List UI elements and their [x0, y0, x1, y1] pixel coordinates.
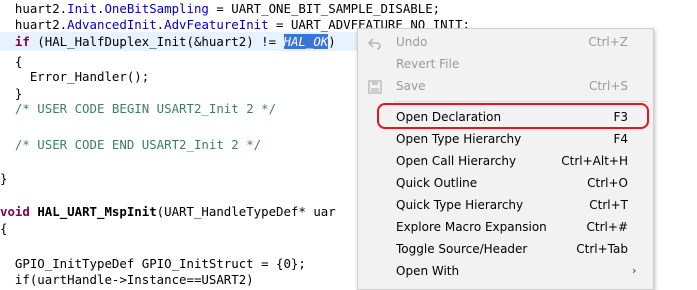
editor-right-margin: [652, 28, 697, 279]
code-function: HAL_HalfDuplex_Init: [44, 34, 187, 49]
code-keyword: void: [0, 204, 30, 219]
save-icon: [368, 79, 382, 94]
code-token: huart2.: [14, 17, 68, 32]
menu-item-label: Toggle Source/Header: [396, 242, 528, 256]
menu-item-label: Save: [396, 79, 426, 93]
code-line-3: if (HAL_HalfDuplex_Init(&huart2) != HAL_…: [0, 32, 336, 52]
menu-item-shortcut: Ctrl+Tab: [576, 242, 628, 256]
menu-item-shortcut: Ctrl+O: [587, 176, 628, 190]
menu-item-explore-macro-expansion[interactable]: Explore Macro Expansion Ctrl+#: [358, 216, 653, 238]
code-token: = UART_ONE_BIT_SAMPLE_DISABLE;: [208, 1, 441, 16]
menu-item-label: Open Type Hierarchy: [396, 132, 522, 146]
code-line-11: }: [0, 169, 7, 189]
code-token: ): [328, 34, 336, 49]
menu-separator: [394, 101, 648, 102]
menu-item-label: Quick Outline: [396, 176, 478, 190]
menu-item-shortcut: Ctrl+Alt+H: [561, 154, 628, 168]
menu-item-quick-type-hierarchy[interactable]: Quick Type Hierarchy Ctrl+T: [358, 194, 653, 216]
menu-item-shortcut: F4: [613, 132, 628, 146]
code-comment: USART2_Init: [141, 137, 224, 152]
code-line-9: /* USER CODE END USART2_Init 2 */: [0, 135, 261, 155]
menu-item-shortcut: Ctrl+T: [589, 198, 628, 212]
code-field: OneBitSampling: [104, 1, 209, 16]
menu-item-label: Open Call Hierarchy: [396, 154, 517, 168]
menu-item-undo[interactable]: Undo Ctrl+Z: [358, 31, 653, 53]
code-comment: /* USER CODE BEGIN: [14, 101, 157, 116]
code-token: if(uartHandle->Instance==USART2): [14, 272, 254, 287]
menu-item-shortcut: Ctrl+S: [588, 79, 628, 93]
code-field: AdvancedInit: [67, 17, 157, 32]
code-field: Init: [67, 1, 97, 16]
code-comment: 2 */: [223, 137, 262, 152]
menu-item-open-call-hierarchy[interactable]: Open Call Hierarchy Ctrl+Alt+H: [358, 150, 653, 172]
menu-item-label: Explore Macro Expansion: [396, 220, 547, 234]
code-token: (: [29, 34, 45, 49]
code-token: Error_Handler();: [14, 69, 150, 84]
highlight-box: [377, 103, 649, 129]
menu-item-label: Quick Type Hierarchy: [396, 198, 524, 212]
context-menu: Undo Ctrl+Z Revert File Save Ctrl+S Open…: [357, 28, 654, 290]
menu-item-revert-file[interactable]: Revert File: [358, 53, 653, 75]
code-field: AdvFeatureInit: [164, 17, 269, 32]
code-line-7: /* USER CODE BEGIN USART2_Init 2 */: [0, 99, 276, 119]
code-token: (&huart2) !=: [186, 34, 284, 49]
selected-text[interactable]: HAL_OK: [283, 34, 329, 49]
menu-item-open-type-hierarchy[interactable]: Open Type Hierarchy F4: [358, 128, 653, 150]
code-comment: USART2_Init: [156, 101, 239, 116]
code-type: GPIO_InitTypeDef: [14, 256, 135, 271]
menu-item-label: Revert File: [396, 57, 460, 71]
menu-item-shortcut: Ctrl+#: [586, 220, 628, 234]
code-token: huart2.: [14, 1, 68, 16]
code-line-13: void HAL_UART_MspInit(UART_HandleTypeDef…: [0, 202, 336, 222]
menu-item-save[interactable]: Save Ctrl+S: [358, 75, 653, 97]
menu-item-toggle-source-header[interactable]: Toggle Source/Header Ctrl+Tab: [358, 238, 653, 260]
code-keyword: if: [14, 34, 30, 49]
undo-icon: [367, 35, 382, 50]
code-token: GPIO_InitStruct = {0};: [134, 256, 306, 271]
code-function: HAL_UART_MspInit: [37, 204, 157, 219]
code-line-14: {: [0, 219, 7, 239]
menu-item-shortcut: Ctrl+Z: [588, 35, 628, 49]
code-token: }: [0, 171, 8, 186]
code-line-17: if(uartHandle->Instance==USART2): [0, 270, 254, 290]
menu-item-label: Undo: [396, 35, 428, 49]
code-comment: 2 */: [238, 101, 277, 116]
menu-item-quick-outline[interactable]: Quick Outline Ctrl+O: [358, 172, 653, 194]
code-token: {: [0, 221, 8, 236]
code-token: (UART_HandleTypeDef* uar: [156, 204, 336, 219]
code-comment: /* USER CODE END: [14, 137, 142, 152]
